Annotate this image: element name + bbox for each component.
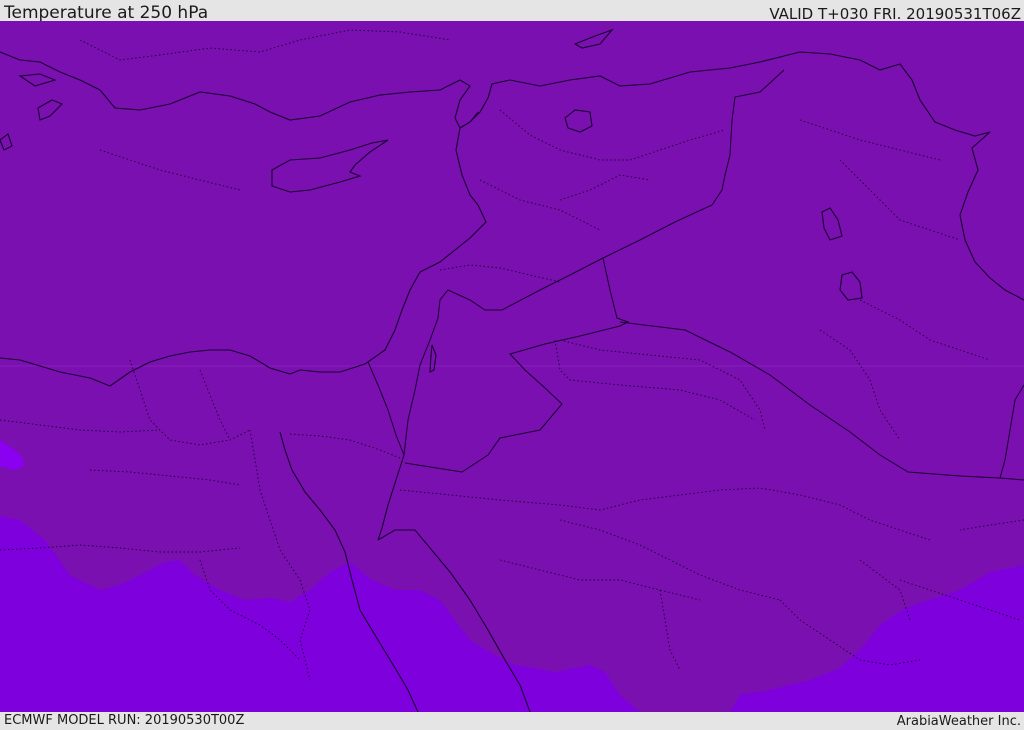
map-title: Temperature at 250 hPa	[4, 3, 209, 23]
temperature-map[interactable]	[0, 21, 1024, 712]
header-bar: Temperature at 250 hPa VALID T+030 FRI. …	[0, 0, 1024, 23]
footer-bar: ECMWF MODEL RUN: 20190530T00Z ArabiaWeat…	[0, 712, 1024, 729]
credit-label: ArabiaWeather Inc.	[896, 714, 1021, 729]
map-canvas	[0, 21, 1024, 712]
model-run-label: ECMWF MODEL RUN: 20190530T00Z	[4, 713, 245, 728]
